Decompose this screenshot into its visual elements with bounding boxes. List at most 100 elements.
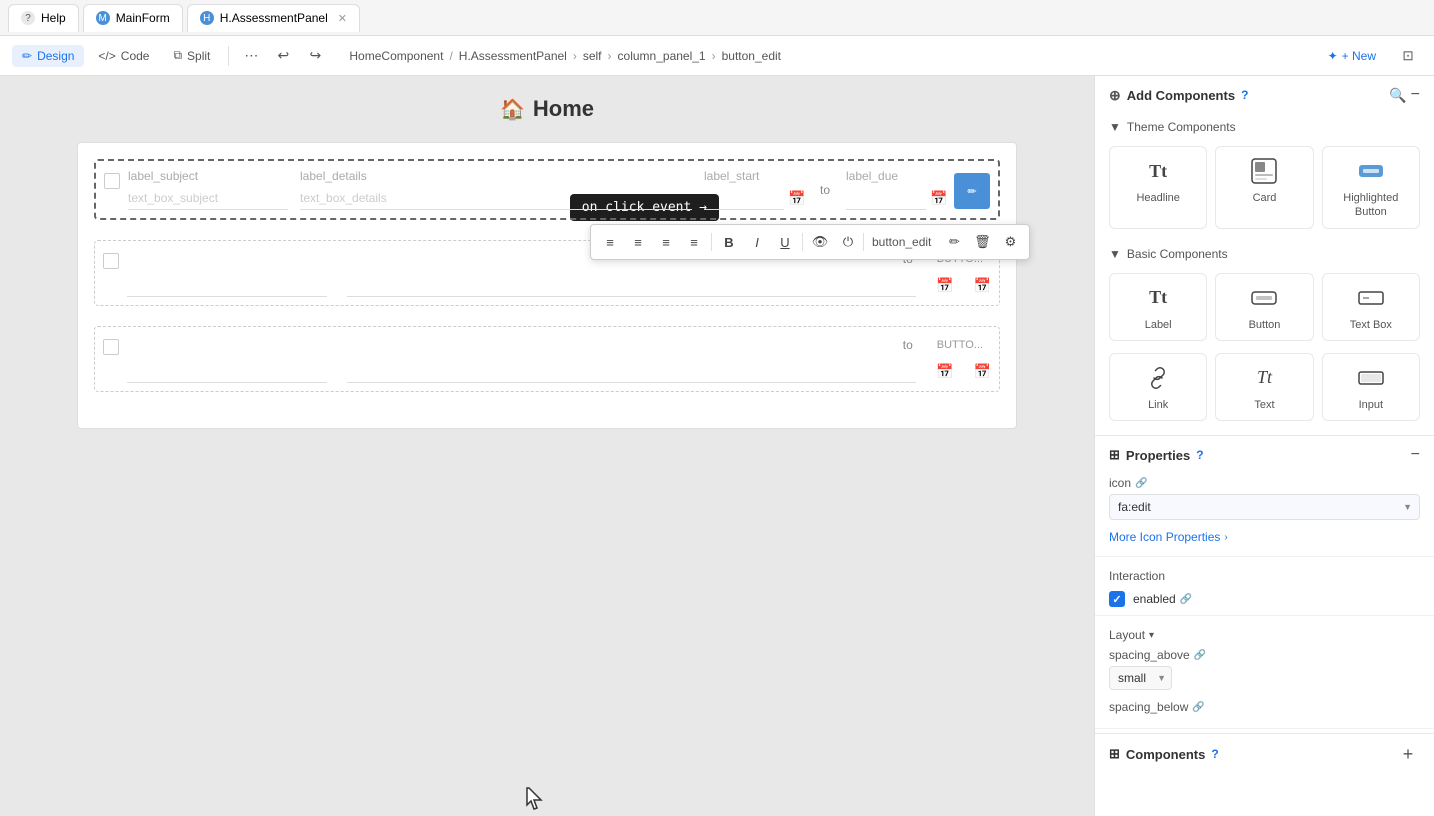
toolbar-separator — [228, 46, 229, 66]
breadcrumb-sep4: › — [712, 49, 716, 63]
label-component[interactable]: Tt Label — [1109, 273, 1207, 341]
mainform-tab-label: MainForm — [116, 11, 170, 25]
layout-toggle-button[interactable]: ⊡ — [1394, 42, 1422, 70]
visibility-button[interactable]: 👁 — [807, 229, 833, 255]
align-right-button[interactable]: ≡ — [653, 229, 679, 255]
start-calendar-icon[interactable]: 📅 — [788, 190, 805, 207]
breadcrumb-self[interactable]: self — [583, 49, 602, 63]
assessment-tab-close[interactable]: ✕ — [338, 12, 347, 25]
right-panel: ⊕ Add Components ? 🔍 − ▼ Theme Component… — [1094, 76, 1434, 816]
form-row-1[interactable]: label_subject label_details label_start … — [94, 159, 1000, 220]
basic-collapse-arrow[interactable]: ▼ — [1109, 247, 1121, 261]
components-search-button[interactable]: 🔍 — [1389, 86, 1406, 104]
input-component[interactable]: Input — [1322, 353, 1420, 421]
icon-property-row: icon 🔗 fa:edit — [1095, 470, 1434, 526]
italic-button[interactable]: I — [744, 229, 770, 255]
bold-button[interactable]: B — [716, 229, 742, 255]
split-mode-button[interactable]: ⧉ Split — [163, 44, 220, 67]
card-component[interactable]: Card — [1215, 146, 1313, 229]
button-component-label: Button — [1249, 318, 1281, 332]
headline-component[interactable]: Tt Headline — [1109, 146, 1207, 229]
code-icon: </> — [98, 49, 115, 63]
spacing-above-select-wrap: small — [1109, 666, 1172, 690]
more-icon-text: More Icon Properties — [1109, 530, 1220, 544]
form-row-3[interactable]: to BUTTO... 📅 📅 — [94, 326, 1000, 392]
divider-2 — [1095, 615, 1434, 616]
basic-components-grid: Tt Label Button — [1095, 269, 1434, 353]
tab-assessment[interactable]: H H.AssessmentPanel ✕ — [187, 4, 360, 32]
spacing-above-label: spacing_above 🔗 — [1109, 648, 1420, 662]
split-label: Split — [187, 49, 210, 63]
add-components-collapse-button[interactable]: − — [1411, 86, 1420, 104]
text-details[interactable] — [300, 187, 692, 210]
align-center-button[interactable]: ≡ — [625, 229, 651, 255]
breadcrumb-column[interactable]: column_panel_1 — [618, 49, 706, 63]
icon-label-text: icon — [1109, 476, 1131, 490]
row3-cal1-icon[interactable]: 📅 — [936, 363, 953, 383]
text-icon: Tt — [1248, 362, 1280, 394]
design-icon: ✏ — [22, 49, 32, 63]
bottom-components-help-icon: ? — [1211, 747, 1218, 761]
more-icon-properties-link[interactable]: More Icon Properties › — [1095, 526, 1434, 552]
text-component[interactable]: Tt Text — [1215, 353, 1313, 421]
breadcrumb-home[interactable]: HomeComponent — [349, 49, 443, 63]
start-date-input[interactable] — [704, 187, 784, 210]
due-date-input[interactable] — [846, 187, 926, 210]
textbox-component-label: Text Box — [1350, 318, 1392, 332]
more-options-button[interactable]: ⋯ — [237, 42, 265, 70]
edit-pen-button[interactable]: ✏ — [941, 229, 967, 255]
spacing-below-label: spacing_below 🔗 — [1109, 700, 1420, 714]
icon-link-icon[interactable]: 🔗 — [1135, 478, 1147, 489]
text-subject[interactable] — [128, 187, 288, 210]
textbox-component[interactable]: Text Box — [1322, 273, 1420, 341]
new-button[interactable]: ✦ + New — [1318, 45, 1386, 67]
highlighted-button-component[interactable]: Highlighted Button — [1322, 146, 1420, 229]
link-component[interactable]: Link — [1109, 353, 1207, 421]
power-button[interactable]: ⏻ — [835, 229, 861, 255]
spacing-above-link-icon[interactable]: 🔗 — [1194, 650, 1206, 661]
properties-help-icon: ? — [1196, 448, 1203, 462]
theme-collapse-arrow[interactable]: ▼ — [1109, 120, 1121, 134]
due-calendar-icon[interactable]: 📅 — [930, 190, 947, 207]
main-toolbar: ✏ Design </> Code ⧉ Split ⋯ ↩ ↪ HomeComp… — [0, 36, 1434, 76]
enabled-link-icon[interactable]: 🔗 — [1180, 594, 1192, 605]
link-icon — [1142, 362, 1174, 394]
add-components-section: ⊕ Add Components ? 🔍 − ▼ Theme Component… — [1095, 76, 1434, 436]
text-label: Text — [1254, 398, 1274, 412]
row2-cal2-icon[interactable]: 📅 — [974, 277, 991, 297]
row3-cal2-icon[interactable]: 📅 — [974, 363, 991, 383]
design-label: Design — [37, 49, 74, 63]
main-area: 🏠 Home on click event → ≡ ≡ ≡ ≡ B I U 👁 … — [0, 76, 1434, 816]
code-mode-button[interactable]: </> Code — [88, 45, 159, 67]
enabled-checkbox[interactable] — [1109, 591, 1125, 607]
layout-collapse-arrow[interactable]: ▾ — [1149, 630, 1154, 641]
undo-button[interactable]: ↩ — [269, 42, 297, 70]
spacing-above-select[interactable]: small — [1109, 666, 1172, 690]
underline-button[interactable]: U — [772, 229, 798, 255]
settings-button[interactable]: ⚙ — [997, 229, 1023, 255]
breadcrumb-button[interactable]: button_edit — [722, 49, 781, 63]
row1-checkbox[interactable] — [104, 173, 120, 189]
tab-help[interactable]: ? Help — [8, 4, 79, 32]
icon-select[interactable]: fa:edit — [1109, 494, 1420, 520]
spacing-below-link-icon[interactable]: 🔗 — [1192, 702, 1204, 713]
row2-checkbox[interactable] — [103, 253, 119, 269]
button-component[interactable]: Button — [1215, 273, 1313, 341]
canvas: 🏠 Home on click event → ≡ ≡ ≡ ≡ B I U 👁 … — [0, 76, 1094, 816]
properties-collapse-button[interactable]: − — [1411, 446, 1420, 464]
align-left-button[interactable]: ≡ — [597, 229, 623, 255]
add-component-button[interactable]: + — [1396, 742, 1420, 766]
add-components-help-icon: ? — [1241, 88, 1248, 102]
redo-button[interactable]: ↪ — [301, 42, 329, 70]
align-justify-button[interactable]: ≡ — [681, 229, 707, 255]
row1-edit-button[interactable]: ✏ — [954, 173, 990, 209]
design-mode-button[interactable]: ✏ Design — [12, 45, 84, 67]
tab-mainform[interactable]: M MainForm — [83, 4, 183, 32]
divider-3 — [1095, 728, 1434, 729]
row2-cal1-icon[interactable]: 📅 — [936, 277, 953, 297]
properties-title: Properties — [1126, 448, 1190, 463]
delete-button[interactable]: 🗑 — [969, 229, 995, 255]
breadcrumb-assessment[interactable]: H.AssessmentPanel — [459, 49, 567, 63]
properties-icon: ⊞ — [1109, 447, 1120, 463]
row3-checkbox[interactable] — [103, 339, 119, 355]
